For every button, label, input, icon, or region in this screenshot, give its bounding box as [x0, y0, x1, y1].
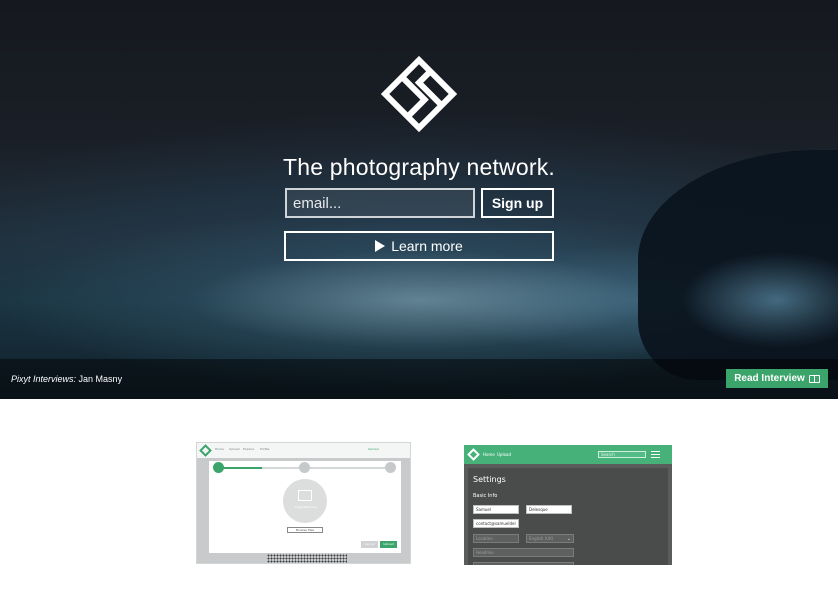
hamburger-menu-icon	[651, 451, 660, 458]
thumb-step-progress	[219, 467, 262, 469]
thumb-drop-zone: Drag files here	[283, 479, 327, 523]
thumb-nav-item: Explore	[243, 447, 255, 451]
thumb-nav-home: Home	[483, 452, 495, 457]
chevron-down-icon: ⌄	[566, 536, 571, 542]
thumb-browse-button: Browse files	[287, 527, 323, 533]
credit-prefix: Pixyt Interviews:	[11, 374, 77, 384]
thumb-nav-item: Profile	[260, 447, 270, 451]
hero-background-rock	[638, 150, 838, 380]
thumb-settings-title: Settings	[473, 475, 506, 484]
thumb-nav-bar: Home Upload Explore Profile Upload	[197, 443, 410, 458]
thumb-logo-icon	[467, 448, 480, 461]
hero-section: The photography network. Sign up Learn m…	[0, 0, 838, 399]
thumb-language-value: English (UK)	[529, 536, 554, 541]
thumb-header-bar: Home Upload Search	[464, 445, 672, 464]
thumb-step-3	[385, 462, 396, 473]
thumb-settings-panel: Settings Basic Info Samuel Delesque cont…	[468, 468, 668, 565]
pixyt-logo-icon[interactable]	[380, 55, 458, 133]
thumb-section-title: Basic Info	[473, 493, 498, 499]
thumb-extra-field	[473, 562, 574, 565]
thumb-next-button: Upload	[380, 541, 397, 548]
thumb-logo-icon	[199, 444, 212, 457]
thumb-upload-link: Upload	[368, 447, 379, 451]
email-input[interactable]	[285, 188, 475, 218]
thumb-step-1	[213, 462, 224, 473]
image-icon	[298, 490, 312, 501]
learn-more-button[interactable]: Learn more	[284, 231, 554, 261]
thumb-map-dots	[267, 554, 347, 563]
signup-button[interactable]: Sign up	[481, 188, 554, 218]
read-interview-button[interactable]: Read Interview	[726, 369, 828, 388]
book-icon	[808, 374, 820, 383]
read-interview-label: Read Interview	[734, 373, 805, 384]
tagline: The photography network.	[282, 154, 556, 180]
thumb-cancel-button: Cancel	[361, 541, 378, 548]
thumb-nav-upload: Upload	[497, 452, 512, 457]
thumb-language-select: English (UK) ⌄	[526, 534, 574, 543]
thumb-headline-field: Headline	[473, 548, 574, 557]
settings-screen-thumbnail[interactable]: Home Upload Search Settings Basic Info S…	[464, 445, 672, 565]
thumb-nav-item: Upload	[229, 447, 240, 451]
thumb-search-field: Search	[598, 451, 646, 458]
photo-credit: Pixyt Interviews: Jan Masny	[11, 374, 122, 384]
thumb-last-name-field: Delesque	[526, 505, 572, 514]
thumb-location-field: Location	[473, 534, 519, 543]
thumb-email-field: contact@samueldel	[473, 519, 519, 528]
learn-more-label: Learn more	[391, 238, 463, 254]
thumb-first-name-field: Samuel	[473, 505, 519, 514]
play-icon	[375, 240, 386, 252]
thumb-drag-text: Drag files here	[294, 505, 318, 509]
thumb-upload-panel: Drag files here Browse files Cancel Uplo…	[209, 461, 401, 553]
upload-screen-thumbnail[interactable]: Home Upload Explore Profile Upload Drag …	[196, 442, 411, 564]
thumb-step-2	[299, 462, 310, 473]
credit-name: Jan Masny	[78, 374, 123, 384]
thumb-nav-item: Home	[215, 447, 224, 451]
interview-bar: Pixyt Interviews: Jan Masny Read Intervi…	[0, 359, 838, 399]
